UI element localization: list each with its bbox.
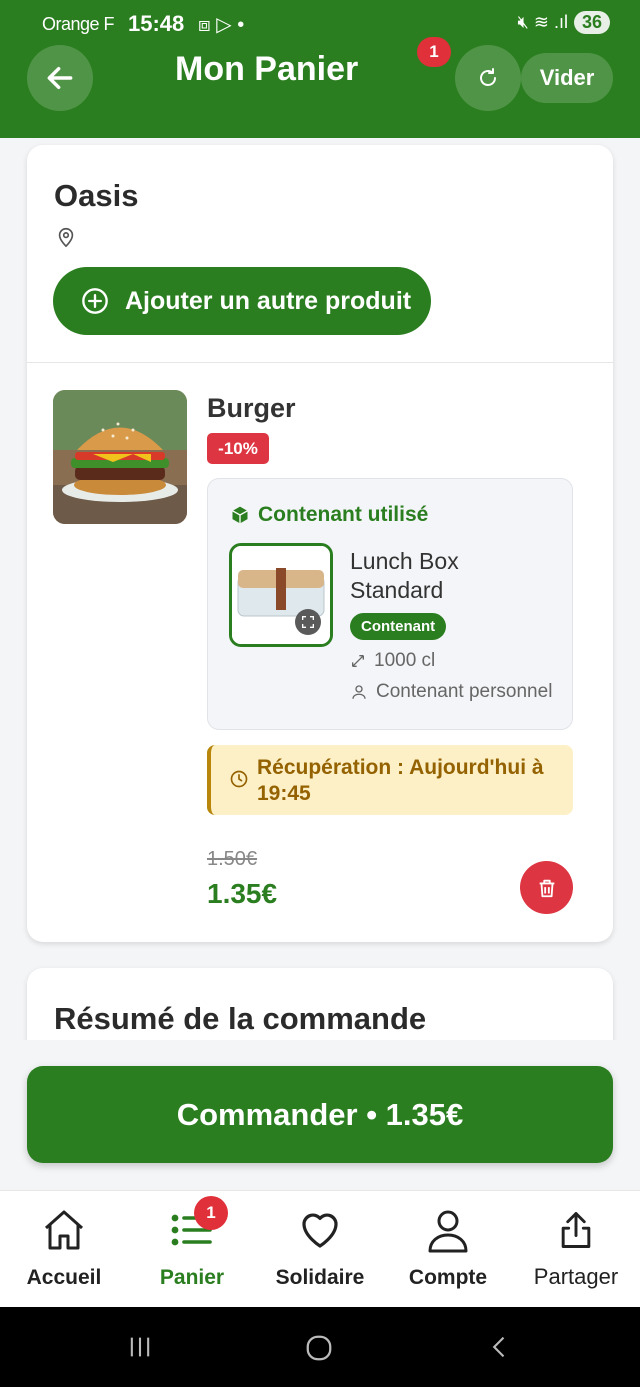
discounted-price: 1.35€ [207, 878, 278, 909]
nav-cart[interactable]: 1 Panier [128, 1191, 256, 1308]
resize-icon [352, 655, 364, 667]
container-tag: Contenant [350, 613, 447, 640]
divider [27, 362, 613, 363]
shop-name: Oasis [54, 178, 139, 213]
container-name: Lunch Box Standard [350, 548, 459, 603]
home-button[interactable] [304, 1333, 334, 1368]
container-volume-label: 1000 cl [374, 650, 436, 671]
original-price: 1.50€ [207, 848, 258, 870]
page-title: Mon Panier [175, 50, 359, 88]
arrow-left-icon [47, 66, 73, 90]
cart-count-badge: 1 [417, 37, 451, 67]
lunch-box-image[interactable] [229, 543, 333, 647]
add-product-button[interactable]: Ajouter un autre produit [53, 267, 431, 335]
system-back-button[interactable] [486, 1333, 514, 1366]
cart-badge: 1 [194, 1196, 228, 1230]
nav-account-label: Compte [408, 1266, 488, 1289]
add-product-label: Ajouter un autre produit [125, 286, 412, 315]
signal-icon: 🔇︎ ≋ .ıl [517, 12, 568, 32]
refresh-icon [480, 68, 496, 86]
home-circle-icon [306, 1335, 332, 1361]
bottom-navigation: Accueil 1 Panier Solidaire Compte Partag… [0, 1190, 640, 1307]
list-icon [128, 1206, 256, 1254]
order-button[interactable]: Commander • 1.35€ [27, 1066, 613, 1163]
product-name: Burger [207, 393, 296, 423]
trash-icon [539, 879, 554, 897]
system-navigation-bar [0, 1307, 640, 1387]
chevron-left-icon [492, 1336, 505, 1358]
recents-button[interactable] [126, 1333, 154, 1366]
app-header: Orange F 15:48 ⧈ ▷ • 🔇︎ ≋ .ıl 36 Mon Pan… [0, 0, 640, 138]
shop-card: Oasis Ajouter un autre produit Burger -1… [27, 145, 613, 942]
refresh-button[interactable] [455, 45, 521, 111]
box-icon [232, 506, 248, 524]
expand-icon[interactable] [295, 609, 321, 635]
system-indicators: 🔇︎ ≋ .ıl 36 [518, 11, 610, 34]
container-owner: Contenant personnel [350, 681, 552, 703]
summary-title: Résumé de la commande [54, 1001, 427, 1036]
notification-icons: ⧈ ▷ • [198, 14, 245, 36]
back-button[interactable] [27, 45, 93, 111]
clear-cart-button[interactable]: Vider [521, 53, 613, 103]
nav-cart-label: Panier [159, 1266, 225, 1289]
pickup-notice: Récupération : Aujourd'hui à 19:45 [207, 745, 573, 815]
heart-icon [256, 1206, 384, 1254]
delete-item-button[interactable] [520, 861, 573, 914]
pickup-time: Récupération : Aujourd'hui à 19:45 [257, 756, 544, 805]
battery-level: 36 [573, 11, 610, 34]
container-heading: Contenant utilisé [230, 503, 428, 527]
recents-icon [130, 1337, 150, 1357]
share-icon [512, 1206, 640, 1254]
discount-badge: -10% [207, 433, 269, 464]
burger-image [53, 390, 187, 524]
nav-solidarity[interactable]: Solidaire [256, 1191, 384, 1308]
clock-icon [229, 769, 249, 794]
nav-solidarity-label: Solidaire [275, 1266, 365, 1289]
status-bar: Orange F 15:48 ⧈ ▷ • 🔇︎ ≋ .ıl 36 [0, 10, 640, 40]
nav-home[interactable]: Accueil [0, 1191, 128, 1308]
nav-account[interactable]: Compte [384, 1191, 512, 1308]
nav-share[interactable]: Partager [512, 1191, 640, 1308]
clock: 15:48 [128, 11, 185, 36]
user-icon [384, 1206, 512, 1256]
nav-share-label: Partager [533, 1264, 619, 1289]
location-pin-icon [55, 225, 77, 254]
carrier-label: Orange F [42, 14, 115, 34]
container-heading-label: Contenant utilisé [258, 503, 429, 526]
container-owner-label: Contenant personnel [376, 681, 553, 702]
container-volume: 1000 cl [350, 650, 435, 672]
home-icon [0, 1206, 128, 1254]
plus-circle-icon [82, 288, 108, 314]
user-icon [352, 685, 366, 699]
container-info: Contenant utilisé Lunch Box Standard Con… [207, 478, 573, 730]
nav-home-label: Accueil [26, 1266, 102, 1289]
